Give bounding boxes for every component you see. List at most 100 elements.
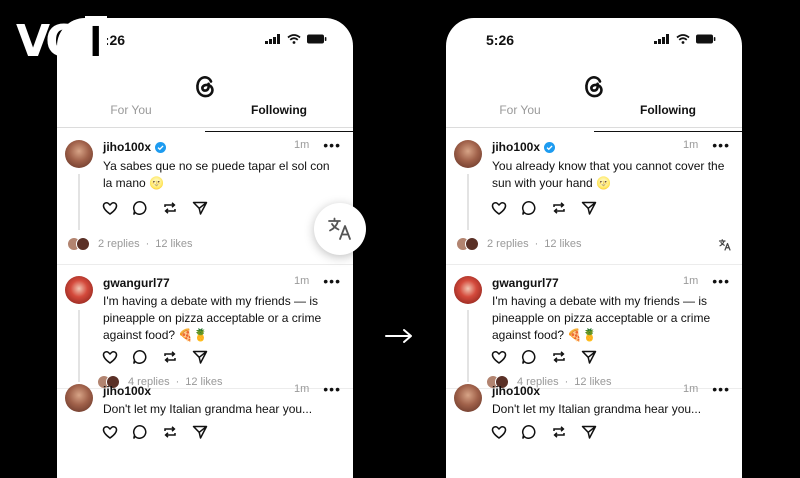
avatar[interactable] [65,140,93,168]
replies-count[interactable]: 2 replies [487,238,529,250]
post-divider [446,264,742,265]
share-icon[interactable] [581,349,597,365]
phone-screen-original: 5:26 For You Following jiho100x 1m ••• Y… [57,18,353,478]
post-actions [102,200,208,216]
tabs-divider [446,127,742,128]
reply-icon[interactable] [521,200,537,216]
share-icon[interactable] [192,349,208,365]
signal-icon [654,34,669,44]
repost-icon[interactable] [551,349,567,365]
post-time: 1m [294,275,310,287]
tab-for-you[interactable]: For You [57,100,205,130]
threads-logo-icon[interactable] [578,70,610,102]
post-divider [57,264,353,265]
repost-icon[interactable] [162,424,178,440]
right-arrow-icon [385,329,412,343]
avatar[interactable] [454,140,482,168]
more-options-icon[interactable]: ••• [712,382,730,396]
tab-following[interactable]: Following [205,100,353,132]
feed-tabs: For You Following [57,100,353,132]
logo-text: VO [16,16,83,67]
share-icon[interactable] [581,200,597,216]
share-icon[interactable] [192,200,208,216]
reply-icon[interactable] [521,349,537,365]
post-text: Don't let my Italian grandma hear you... [103,402,313,416]
like-icon[interactable] [491,349,507,365]
avatar[interactable] [454,384,482,412]
repost-icon[interactable] [162,200,178,216]
more-options-icon[interactable]: ••• [323,274,341,288]
verified-badge-icon [544,141,556,153]
tabs-divider [57,127,353,128]
avatar[interactable] [65,276,93,304]
like-icon[interactable] [491,424,507,440]
more-options-icon[interactable]: ••• [712,138,730,152]
reply-icon[interactable] [132,349,148,365]
battery-icon [307,34,327,44]
replies-row[interactable]: 2 replies · 12 likes [456,237,582,251]
translated-indicator-icon[interactable] [718,238,732,252]
post-author[interactable]: jiho100x [492,384,540,398]
repost-icon[interactable] [162,349,178,365]
thread-line [467,310,469,382]
share-icon[interactable] [192,424,208,440]
reply-icon[interactable] [521,424,537,440]
likes-count[interactable]: 12 likes [155,238,192,250]
verified-badge-icon [155,141,167,153]
likes-count[interactable]: 12 likes [574,376,611,388]
like-icon[interactable] [102,349,118,365]
post-actions [491,349,597,365]
post-meta: 1m ••• [683,382,730,396]
reply-icon[interactable] [132,200,148,216]
like-icon[interactable] [102,200,118,216]
post-author[interactable]: jiho100x [103,140,167,154]
translate-button[interactable] [314,203,366,255]
likes-count[interactable]: 12 likes [544,238,581,250]
post-meta: 1m ••• [683,274,730,288]
status-icons [265,34,327,44]
more-options-icon[interactable]: ••• [712,274,730,288]
more-options-icon[interactable]: ••• [323,382,341,396]
logo-i-box: I [84,16,107,68]
post-actions [491,424,597,440]
post-text: I'm having a debate with my friends — is… [492,294,711,342]
share-icon[interactable] [581,424,597,440]
repost-icon[interactable] [551,424,567,440]
reply-avatars [67,237,90,251]
post-author[interactable]: gwangurl77 [103,276,170,290]
thread-line [78,174,80,230]
threads-logo-icon[interactable] [189,70,221,102]
replies-count[interactable]: 2 replies [98,238,140,250]
username-text: gwangurl77 [103,276,170,290]
username-text: jiho100x [492,140,541,154]
post-author[interactable]: gwangurl77 [492,276,559,290]
tab-for-you[interactable]: For You [446,100,594,130]
post-meta: 1m ••• [683,138,730,152]
username-text: jiho100x [103,384,152,398]
likes-count[interactable]: 12 likes [185,376,222,388]
post-meta: 1m ••• [294,138,341,152]
reply-avatars [456,237,479,251]
signal-icon [265,34,280,44]
like-icon[interactable] [491,200,507,216]
post-author[interactable]: jiho100x [103,384,151,398]
post-actions [102,349,208,365]
post-time: 1m [683,139,699,151]
replies-row[interactable]: 2 replies · 12 likes [67,237,193,251]
more-options-icon[interactable]: ••• [323,138,341,152]
avatar[interactable] [65,384,93,412]
username-text: gwangurl77 [492,276,559,290]
status-time: 5:26 [486,32,515,48]
repost-icon[interactable] [551,200,567,216]
post-actions [102,424,208,440]
post-meta: 1m ••• [294,382,341,396]
avatar[interactable] [454,276,482,304]
post-time: 1m [683,275,699,287]
battery-icon [696,34,716,44]
reply-icon[interactable] [132,424,148,440]
phone-screen-translated: 5:26 For You Following jiho100x 1m ••• Y… [446,18,742,478]
like-icon[interactable] [102,424,118,440]
tab-following[interactable]: Following [594,100,742,132]
feed-tabs: For You Following [446,100,742,132]
post-author[interactable]: jiho100x [492,140,556,154]
